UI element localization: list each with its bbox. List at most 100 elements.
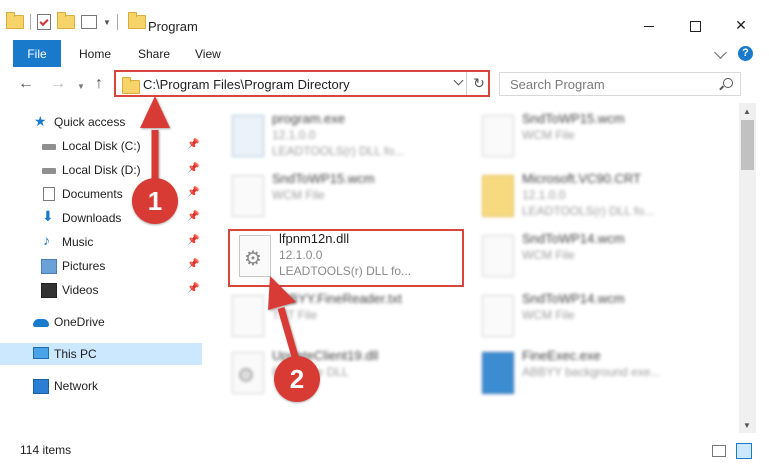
ribbon: File Home Share View ? xyxy=(0,40,769,68)
search-input[interactable]: Search Program xyxy=(499,72,741,96)
quick-access-toolbar: ▼ xyxy=(6,12,146,30)
sidebar-item-label: Documents xyxy=(62,187,123,201)
recent-locations-icon[interactable]: ▼ xyxy=(77,82,85,91)
close-button[interactable]: ✕ xyxy=(718,10,764,40)
tab-home[interactable]: Home xyxy=(79,40,111,67)
network-icon xyxy=(33,379,49,394)
tab-share[interactable]: Share xyxy=(138,40,170,67)
sidebar-item-label: Pictures xyxy=(62,259,106,273)
pc-icon xyxy=(33,347,49,359)
file-name: SndToWP14.wcm xyxy=(522,291,625,306)
pin-icon: 📌 xyxy=(187,283,200,294)
address-dropdown-icon[interactable] xyxy=(453,75,463,85)
file-version: 12.1.0.0 xyxy=(279,248,323,262)
expand-ribbon-icon[interactable] xyxy=(714,46,727,59)
sidebar-item-this-pc[interactable]: This PC xyxy=(0,343,202,365)
pin-icon: 📌 xyxy=(187,139,200,150)
file-type: TXT File xyxy=(272,308,318,322)
exe-file-icon xyxy=(232,115,264,157)
exe-file-icon xyxy=(482,352,514,394)
sidebar-item-label: Local Disk (C:) xyxy=(62,139,141,153)
properties-check-icon[interactable] xyxy=(37,14,51,30)
qat-separator-2 xyxy=(116,14,118,30)
document-file-icon xyxy=(482,115,514,157)
star-icon: ★ xyxy=(34,113,47,129)
pin-icon: 📌 xyxy=(187,163,200,174)
videos-icon xyxy=(41,283,57,298)
minimize-button[interactable] xyxy=(626,10,672,40)
pin-icon: 📌 xyxy=(187,187,200,198)
forward-button[interactable]: → xyxy=(50,75,66,93)
file-tile[interactable]: FineExec.exe ABBYY background exe... xyxy=(472,348,712,406)
navigation-bar: ← → ▼ ↑ C:\Program Files\Program Directo… xyxy=(0,67,769,103)
file-tile[interactable]: Microsoft.VC90.CRT 12.1.0.0 LEADTOOLS(r)… xyxy=(472,171,712,229)
file-name: ABBYY.FineReader.txt xyxy=(272,291,402,306)
file-version: 12.1.0.0 xyxy=(522,188,566,202)
qat-dropdown-icon[interactable]: ▼ xyxy=(103,18,111,27)
pin-icon: 📌 xyxy=(187,259,200,270)
document-file-icon xyxy=(232,295,264,337)
step-2-badge: 2 xyxy=(274,356,320,402)
maximize-button[interactable] xyxy=(672,10,718,40)
file-tile[interactable]: SndToWP14.wcm WCM File xyxy=(472,291,712,349)
new-folder-icon[interactable] xyxy=(57,12,75,29)
help-icon[interactable]: ? xyxy=(738,46,753,61)
address-separator xyxy=(466,72,467,95)
sidebar-item-quick-access[interactable]: ★ Quick access xyxy=(0,111,202,133)
file-tile[interactable]: SndToWP15.wcm WCM File xyxy=(472,111,712,169)
sidebar-item-local-disk-c[interactable]: Local Disk (C:) 📌 xyxy=(0,135,202,157)
sidebar-item-music[interactable]: ♪ Music 📌 xyxy=(0,231,202,253)
dll-file-icon xyxy=(232,352,264,394)
sidebar-item-local-disk-d[interactable]: Local Disk (D:) 📌 xyxy=(0,159,202,181)
window-title: Program xyxy=(148,19,198,34)
sidebar-item-label: Network xyxy=(54,379,99,393)
sidebar-item-onedrive[interactable]: OneDrive xyxy=(0,311,202,333)
file-tile-lfpnm12n-dll[interactable]: lfpnm12n.dll 12.1.0.0 LEADTOOLS(r) DLL f… xyxy=(229,231,469,289)
file-tile[interactable]: UpdateClient19.dll Resource DLL xyxy=(222,348,462,406)
customize-icon[interactable] xyxy=(81,15,97,29)
file-tile[interactable]: SndToWP15.wcm WCM File xyxy=(222,171,462,229)
scroll-down-icon[interactable]: ▼ xyxy=(743,421,751,430)
sidebar-item-label: OneDrive xyxy=(54,315,105,329)
file-tile[interactable]: ABBYY.FineReader.txt TXT File xyxy=(222,291,462,349)
refresh-button[interactable]: ↻ xyxy=(470,74,488,92)
downloads-icon: ⬇ xyxy=(42,208,54,224)
up-button[interactable]: ↑ xyxy=(95,75,103,93)
details-view-icon[interactable] xyxy=(712,445,726,457)
file-tile[interactable]: program.exe 12.1.0.0 LEADTOOLS(r) DLL fo… xyxy=(222,111,462,169)
address-bar[interactable]: C:\Program Files\Program Directory ↻ xyxy=(114,70,490,97)
pin-icon: 📌 xyxy=(187,211,200,222)
file-description: LEADTOOLS(r) DLL fo... xyxy=(272,144,405,158)
sidebar-item-videos[interactable]: Videos 📌 xyxy=(0,279,202,301)
sidebar-item-label: Videos xyxy=(62,283,99,297)
address-path[interactable]: C:\Program Files\Program Directory xyxy=(143,77,350,92)
disk-icon xyxy=(42,168,56,174)
dll-file-icon xyxy=(239,235,271,277)
status-bar: 114 items xyxy=(0,433,769,473)
file-name: SndToWP14.wcm xyxy=(522,231,625,246)
document-file-icon xyxy=(482,235,514,277)
vertical-scrollbar[interactable]: ▲ ▼ xyxy=(739,103,756,433)
search-icon[interactable] xyxy=(723,78,733,88)
tiles-view-icon[interactable] xyxy=(736,443,752,459)
onedrive-icon xyxy=(33,319,49,327)
file-type: WCM File xyxy=(522,308,575,322)
sidebar-item-label: This PC xyxy=(54,347,97,361)
back-button[interactable]: ← xyxy=(18,75,34,93)
file-tile[interactable]: SndToWP14.wcm WCM File xyxy=(472,231,712,289)
sidebar-item-label: Local Disk (D:) xyxy=(62,163,141,177)
title-bar: ▼ Program ✕ xyxy=(0,0,769,40)
sidebar-item-pictures[interactable]: Pictures 📌 xyxy=(0,255,202,277)
scroll-thumb[interactable] xyxy=(741,120,754,170)
sidebar-item-label: Quick access xyxy=(54,115,126,129)
file-name: program.exe xyxy=(272,111,345,126)
tab-file[interactable]: File xyxy=(13,40,61,67)
pin-icon: 📌 xyxy=(187,235,200,246)
sidebar-item-network[interactable]: Network xyxy=(0,375,202,397)
step-1-badge: 1 xyxy=(132,178,178,224)
tab-view[interactable]: View xyxy=(195,40,221,67)
scroll-up-icon[interactable]: ▲ xyxy=(743,107,751,116)
sidebar-item-label: Music xyxy=(62,235,94,249)
address-folder-icon xyxy=(122,77,140,94)
file-description: ABBYY background exe... xyxy=(522,365,661,379)
